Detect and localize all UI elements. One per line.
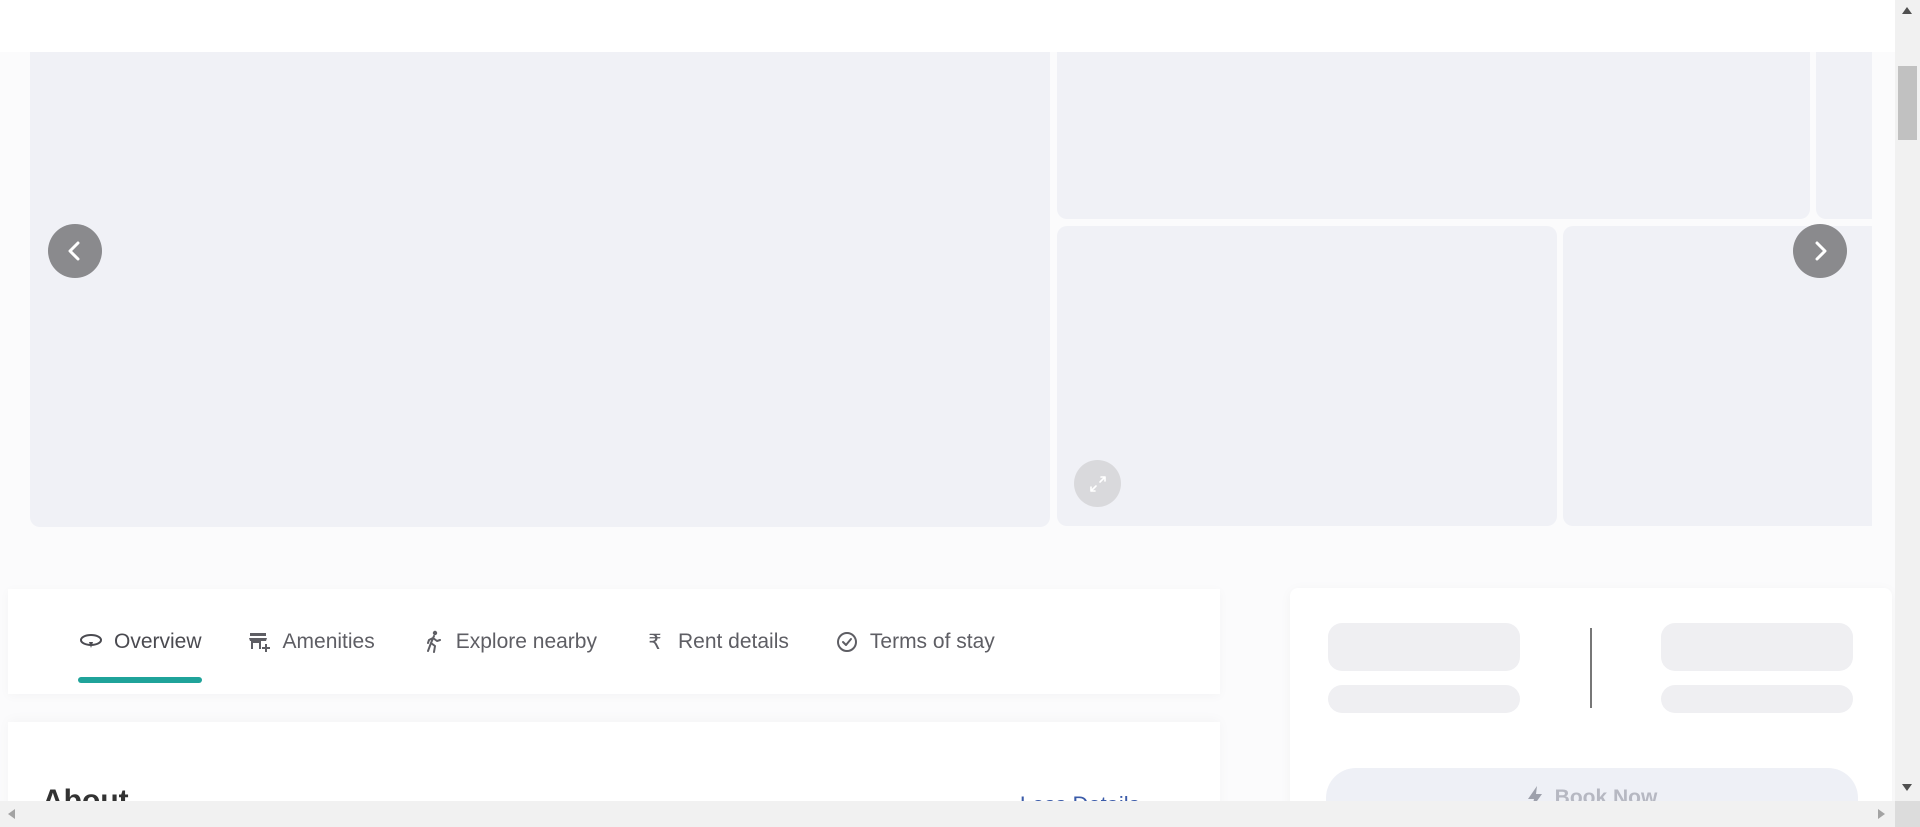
gallery-prev-button[interactable] (48, 224, 102, 278)
photo-gallery (30, 52, 1872, 529)
tab-explore-nearby[interactable]: Explore nearby (420, 589, 597, 694)
gallery-photo-top-edge[interactable] (1816, 52, 1872, 219)
scroll-right-arrow-icon[interactable] (1878, 809, 1885, 819)
tab-label: Amenities (282, 629, 375, 653)
header-strip (0, 0, 1895, 52)
eye-ring-icon (78, 629, 104, 655)
walking-person-icon (420, 629, 446, 655)
horizontal-scrollbar[interactable] (0, 801, 1895, 827)
check-circle-icon (834, 629, 860, 655)
chevron-right-icon (1815, 241, 1827, 261)
bolt-icon (1527, 786, 1543, 801)
scroll-left-arrow-icon[interactable] (8, 809, 15, 819)
expand-arrows-icon (1089, 475, 1106, 492)
about-section: About ▲ Less Details (8, 722, 1220, 801)
scroll-down-arrow-icon[interactable] (1902, 784, 1912, 791)
tab-label: Overview (114, 629, 202, 653)
skeleton-placeholder (1328, 685, 1520, 713)
booking-card: Book Now (1290, 588, 1892, 801)
tab-label: Explore nearby (455, 629, 597, 653)
book-now-button[interactable]: Book Now (1326, 768, 1858, 801)
scroll-up-arrow-icon[interactable] (1902, 7, 1912, 14)
chevron-left-icon (68, 241, 80, 261)
vertical-scrollbar[interactable] (1895, 0, 1920, 801)
less-details-label: Less Details (1020, 792, 1140, 801)
skeleton-placeholder (1661, 623, 1853, 671)
vertical-scroll-thumb[interactable] (1898, 66, 1917, 140)
divider (1590, 628, 1592, 708)
tab-rent-details[interactable]: ₹ Rent details (642, 589, 789, 694)
section-tabs: Overview Amenities Explore nearby ₹ Rent… (78, 589, 1040, 694)
tab-terms-of-stay[interactable]: Terms of stay (834, 589, 995, 694)
scrollbar-corner (1895, 801, 1920, 827)
rupee-icon: ₹ (648, 629, 662, 654)
less-details-toggle[interactable]: ▲ Less Details (988, 792, 1140, 801)
gallery-next-button[interactable] (1793, 224, 1847, 278)
skeleton-placeholder (1328, 623, 1520, 671)
tab-label: Rent details (677, 629, 789, 653)
tab-label: Terms of stay (869, 629, 995, 653)
book-now-label: Book Now (1554, 786, 1658, 801)
tab-overview[interactable]: Overview (78, 589, 202, 694)
page-viewport: Overview Amenities Explore nearby ₹ Rent… (0, 0, 1895, 801)
gallery-expand-button[interactable] (1074, 460, 1121, 507)
active-tab-indicator (78, 677, 202, 683)
about-heading: About (42, 784, 129, 801)
gallery-main-photo[interactable] (30, 52, 1050, 527)
gallery-photo-top[interactable] (1057, 52, 1810, 219)
gallery-photo-bottom-left[interactable] (1057, 226, 1557, 526)
section-tabs-bar: Overview Amenities Explore nearby ₹ Rent… (8, 589, 1220, 694)
tab-amenities[interactable]: Amenities (247, 589, 375, 694)
store-plus-icon (247, 629, 273, 655)
skeleton-placeholder (1661, 685, 1853, 713)
